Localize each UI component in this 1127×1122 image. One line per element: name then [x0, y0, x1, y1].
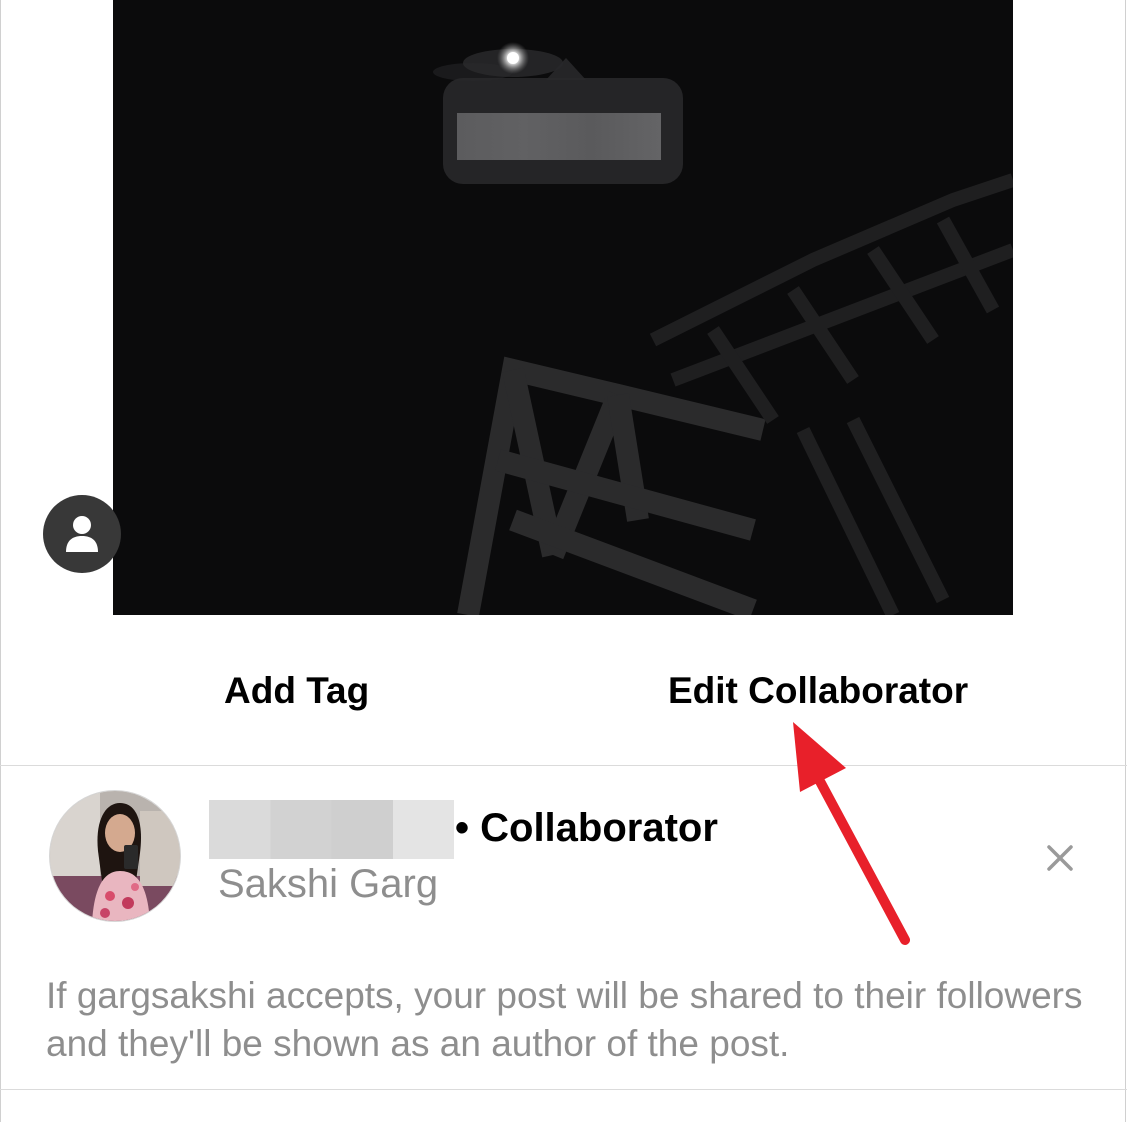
redacted-username	[209, 800, 454, 859]
collaborator-full-name: Sakshi Garg	[218, 862, 439, 906]
page-border-right	[1125, 0, 1126, 1122]
tag-bubble-pointer	[546, 58, 586, 80]
avatar[interactable]	[49, 790, 181, 922]
redacted-tag-label	[457, 113, 661, 160]
avatar-image	[50, 791, 180, 921]
page-border-left	[0, 0, 1, 1122]
collaborator-info-text: If gargsakshi accepts, your post will be…	[46, 975, 1083, 1064]
add-tag-button[interactable]: Add Tag	[224, 670, 369, 712]
edit-collaborator-button[interactable]: Edit Collaborator	[668, 670, 968, 712]
tag-tabs: Add Tag Edit Collaborator	[0, 640, 1127, 740]
person-icon	[66, 516, 98, 552]
remove-collaborator-button[interactable]	[1040, 838, 1080, 878]
divider-bottom	[0, 1089, 1127, 1090]
divider-top	[0, 765, 1127, 766]
collaborator-role: • Collaborator	[455, 806, 718, 850]
tag-people-button[interactable]	[43, 495, 121, 573]
close-icon	[1047, 845, 1073, 871]
